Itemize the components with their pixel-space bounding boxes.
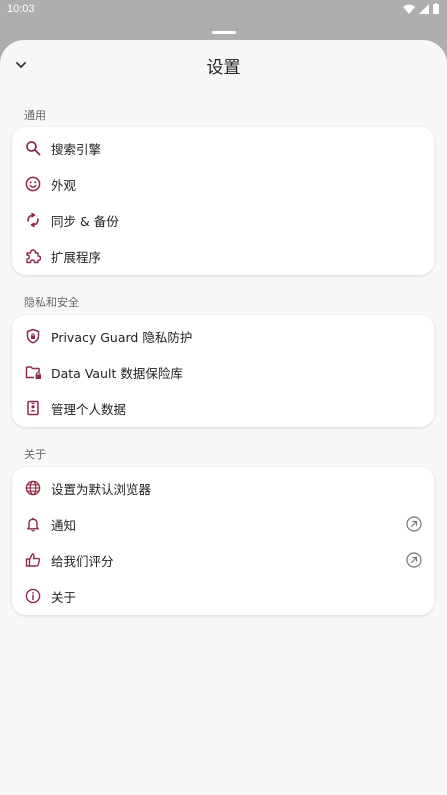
- card-about: 设置为默认浏览器 通知 给我们评分 关于: [12, 467, 434, 615]
- bell-icon: [24, 515, 42, 533]
- thumbs-up-icon: [24, 551, 42, 569]
- row-search-engine[interactable]: 搜索引擎: [12, 130, 434, 166]
- row-label: 关于: [51, 589, 77, 605]
- row-label: 搜索引擎: [51, 141, 102, 157]
- battery-icon: [433, 3, 439, 14]
- section-label-about: 关于: [24, 448, 46, 461]
- row-label: 同步 & 备份: [51, 213, 119, 229]
- settings-sheet: 设置 通用 搜索引擎 外观 同步 & 备份 扩展程序 隐私和安全 Privacy…: [0, 40, 447, 795]
- sheet-drag-handle[interactable]: [212, 31, 236, 34]
- wifi-icon: [403, 4, 415, 14]
- row-sync-backup[interactable]: 同步 & 备份: [12, 202, 434, 238]
- row-set-default-browser[interactable]: 设置为默认浏览器: [12, 470, 434, 506]
- info-icon: [24, 587, 42, 605]
- status-time: 10:03: [7, 3, 35, 15]
- card-general: 搜索引擎 外观 同步 & 备份 扩展程序: [12, 127, 434, 275]
- sync-icon: [24, 211, 42, 229]
- folder-lock-icon: [24, 363, 42, 381]
- signal-icon: [419, 3, 429, 14]
- row-data-vault[interactable]: Data Vault 数据保险库: [12, 354, 434, 390]
- row-extensions[interactable]: 扩展程序: [12, 238, 434, 274]
- row-label: 给我们评分: [51, 553, 114, 569]
- id-badge-icon: [24, 399, 42, 417]
- status-icons: [403, 3, 439, 14]
- row-label: 设置为默认浏览器: [51, 481, 152, 497]
- section-label-general: 通用: [24, 109, 46, 122]
- row-label: 扩展程序: [51, 249, 102, 265]
- header: 设置: [0, 40, 447, 88]
- row-privacy-guard[interactable]: Privacy Guard 隐私防护: [12, 318, 434, 354]
- puzzle-icon: [24, 247, 42, 265]
- row-manage-personal-data[interactable]: 管理个人数据: [12, 390, 434, 426]
- card-privacy: Privacy Guard 隐私防护 Data Vault 数据保险库 管理个人…: [12, 315, 434, 427]
- row-label: 通知: [51, 517, 77, 533]
- status-bar: 10:03: [0, 0, 447, 20]
- row-rate-us[interactable]: 给我们评分: [12, 542, 434, 578]
- page-title: 设置: [206, 58, 241, 78]
- row-label: Privacy Guard 隐私防护: [51, 329, 193, 345]
- row-label: 外观: [51, 177, 77, 193]
- row-about[interactable]: 关于: [12, 578, 434, 614]
- search-icon: [24, 139, 42, 157]
- row-notifications[interactable]: 通知: [12, 506, 434, 542]
- external-link-icon: [406, 552, 422, 568]
- smiley-icon: [24, 175, 42, 193]
- shield-icon: [24, 327, 42, 345]
- external-link-icon: [406, 516, 422, 532]
- globe-icon: [24, 479, 42, 497]
- row-appearance[interactable]: 外观: [12, 166, 434, 202]
- row-label: 管理个人数据: [51, 401, 127, 417]
- section-label-privacy: 隐私和安全: [24, 296, 79, 309]
- row-label: Data Vault 数据保险库: [51, 365, 183, 381]
